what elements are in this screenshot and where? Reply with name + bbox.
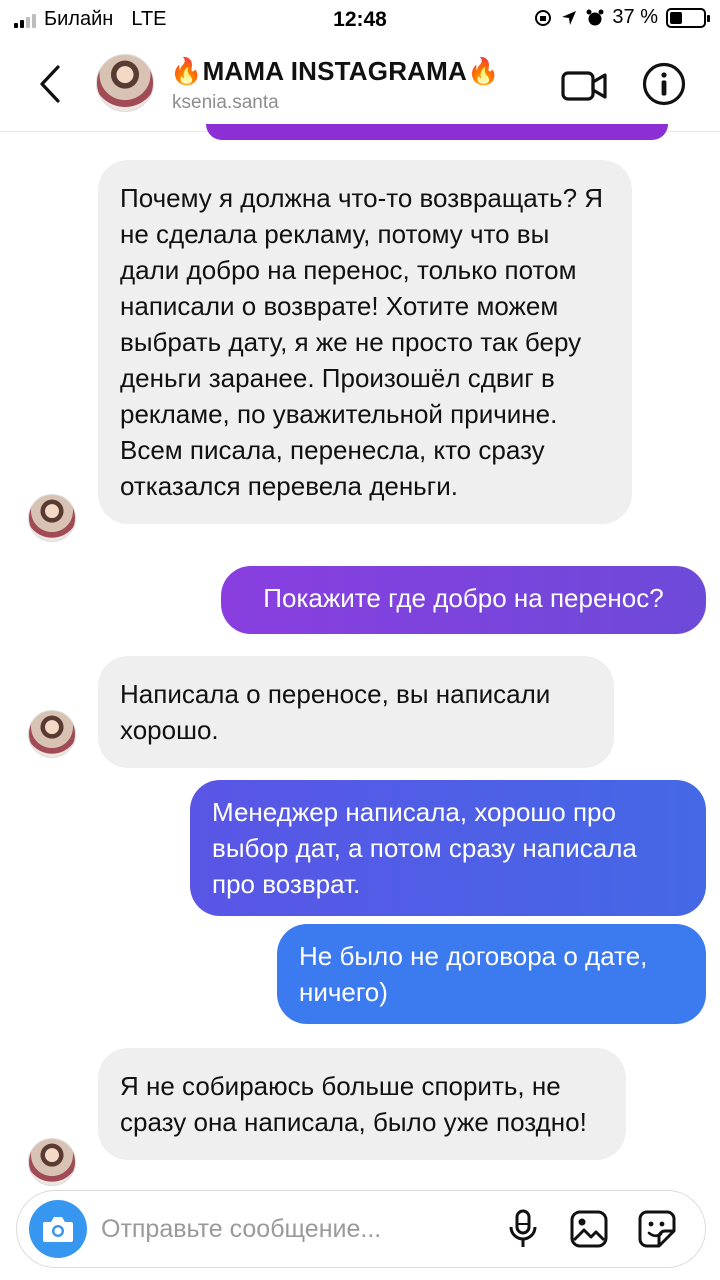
contact-username[interactable]: ksenia.santa: [172, 92, 279, 114]
incoming-message[interactable]: Почему я должна что-то возвращать? Я не …: [98, 160, 632, 524]
info-icon[interactable]: [640, 60, 688, 108]
message-composer: [16, 1190, 706, 1268]
status-right: 37 %: [534, 6, 710, 29]
incoming-message[interactable]: Написала о переносе, вы написали хорошо.: [98, 656, 614, 768]
sender-avatar[interactable]: [28, 1138, 76, 1186]
sender-avatar[interactable]: [28, 494, 76, 542]
sticker-icon: [638, 1210, 676, 1248]
camera-icon: [43, 1217, 73, 1242]
gallery-button[interactable]: [567, 1207, 611, 1251]
alarm-icon: [586, 9, 604, 25]
previous-message-edge: [206, 124, 668, 140]
rotation-lock-icon: [535, 9, 552, 26]
chat-header: 🔥MAMA INSTAGRAMA🔥 ksenia.santa: [0, 40, 720, 132]
sticker-button[interactable]: [635, 1207, 679, 1251]
location-icon: [562, 10, 577, 25]
outgoing-message[interactable]: Не было не договора о дате, ничего): [277, 924, 706, 1024]
video-call-icon[interactable]: [560, 64, 608, 108]
status-bar: Билайн LTE 12:48 37 %: [0, 0, 720, 40]
battery-level: [670, 11, 682, 24]
message-input[interactable]: [101, 1209, 481, 1249]
contact-avatar[interactable]: [96, 54, 154, 112]
contact-name[interactable]: 🔥MAMA INSTAGRAMA🔥: [170, 56, 500, 87]
back-chevron-icon: [40, 65, 60, 103]
incoming-message[interactable]: Я не собираюсь больше спорить, не сразу …: [98, 1048, 626, 1160]
gallery-icon: [570, 1210, 608, 1248]
sender-avatar[interactable]: [28, 710, 76, 758]
battery-icon: [666, 7, 710, 28]
outgoing-message[interactable]: Покажите где добро на перенос?: [221, 566, 706, 634]
camera-button[interactable]: [29, 1200, 87, 1258]
battery-percent: 37 %: [612, 6, 658, 28]
microphone-button[interactable]: [501, 1207, 545, 1251]
back-button[interactable]: [30, 62, 70, 106]
microphone-icon: [509, 1209, 537, 1247]
outgoing-message[interactable]: Менеджер написала, хорошо про выбор дат,…: [190, 780, 706, 916]
